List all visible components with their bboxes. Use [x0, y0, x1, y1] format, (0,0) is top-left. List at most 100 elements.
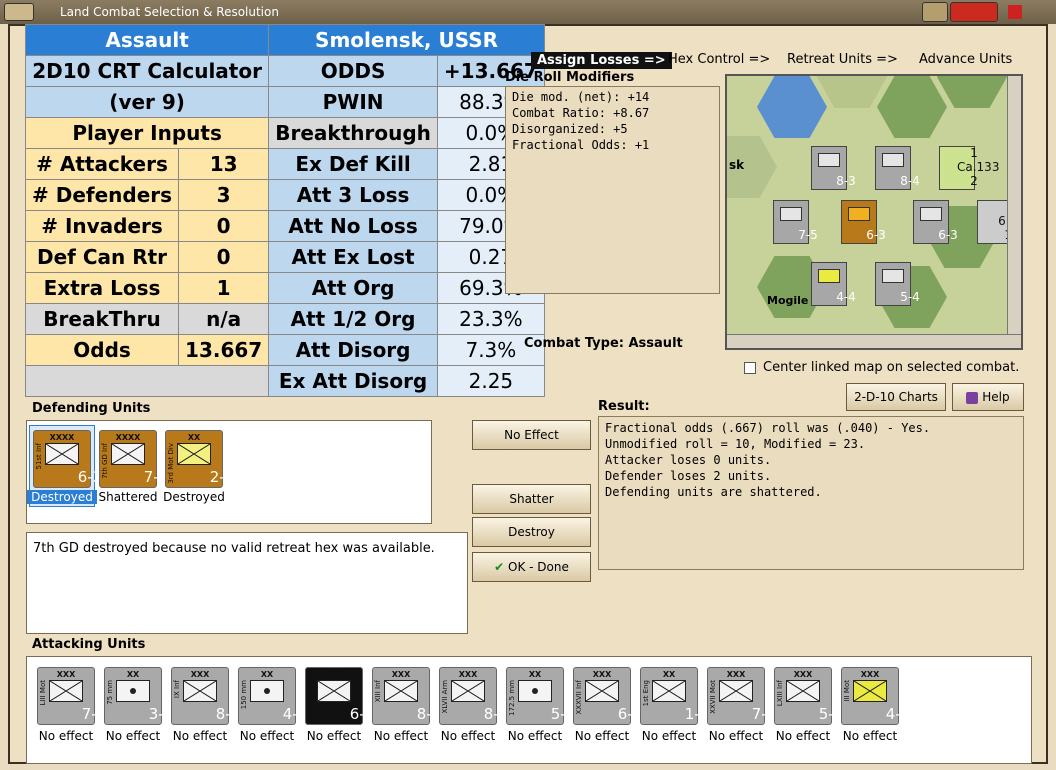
attacking-unit-status: No effect: [172, 729, 228, 743]
modifier-line: Combat Ratio: +8.67: [512, 106, 650, 120]
attacking-unit-counter[interactable]: XX 1st Eng 1-4: [640, 667, 709, 725]
attacking-unit-status: No effect: [708, 729, 764, 743]
help-label: Help: [982, 390, 1010, 404]
input-label: Odds: [24, 334, 180, 366]
defending-unit-counter[interactable]: XXXX 7th GD Inf 7-3: [99, 430, 168, 488]
input-value: 0: [178, 241, 270, 273]
input-label: # Attackers: [24, 148, 180, 180]
defending-units-panel: XXXX 51st Inf 6-3 Destroyed XXXX 7th GD …: [26, 420, 432, 524]
help-button[interactable]: Help: [952, 383, 1024, 411]
modifiers-panel: Die mod. (net): +14 Combat Ratio: +8.67 Di…: [505, 86, 720, 294]
defending-unit-counter[interactable]: XXXX 51st Inf 6-3: [33, 430, 102, 488]
input-value: 1: [178, 272, 270, 304]
attacking-unit-status: No effect: [842, 729, 898, 743]
attacking-unit-counter[interactable]: XXX LIII Mot 7-5: [37, 667, 106, 725]
map-unit[interactable]: 5-4: [875, 262, 920, 306]
lake-hex: [757, 76, 827, 138]
input-value: 3: [178, 179, 270, 211]
modifier-line: Fractional Odds: +1: [512, 138, 650, 152]
attacking-unit-status: No effect: [507, 729, 563, 743]
combat-type-label: Combat Type:: [524, 336, 624, 351]
help-book-icon: [966, 391, 979, 404]
map-unit[interactable]: 6-3: [913, 200, 958, 244]
soviet-flag-icon: [1008, 5, 1022, 19]
no-effect-button[interactable]: No Effect: [472, 420, 591, 450]
map-air-unit[interactable]: 1 Ca.133 2: [939, 146, 999, 190]
motorized-infantry-icon: [177, 443, 211, 465]
result-label: Att 1/2 Org: [268, 303, 438, 335]
combat-type: Combat Type: Assault: [524, 336, 683, 351]
map-place-label: Mogile: [767, 294, 809, 307]
attacking-unit-counter[interactable]: XXX LXIII Inf 5-4: [774, 667, 843, 725]
center-map-checkbox[interactable]: [744, 362, 756, 374]
charts-button[interactable]: 2-D-10 Charts: [846, 383, 946, 411]
result-line: Unmodified roll = 10, Modified = 23.: [605, 437, 866, 451]
input-value: n/a: [178, 303, 270, 335]
tab-advance-units[interactable]: Advance Units: [919, 52, 1012, 67]
attacking-unit-counter[interactable]: XX 150 mm 4-2: [238, 667, 307, 725]
artillery-icon: [518, 680, 552, 702]
input-value: 13.667: [178, 334, 270, 366]
result-line: Attacker loses 0 units.: [605, 453, 772, 467]
map-vertical-scrollbar[interactable]: [1007, 76, 1021, 348]
destroy-button[interactable]: Destroy: [472, 517, 591, 547]
attacking-unit-counter[interactable]: XXX VII SS 6-3: [305, 667, 374, 725]
input-label: Extra Loss: [24, 272, 180, 304]
attacking-unit-counter[interactable]: XXX XLVII Arm 8-6: [439, 667, 508, 725]
attacking-unit-status: No effect: [775, 729, 831, 743]
result-label: PWIN: [268, 86, 438, 118]
calc-title: 2D10 CRT Calculator: [24, 55, 270, 87]
result-value: 23.3%: [436, 303, 545, 335]
attacking-unit-counter[interactable]: XX 75 mm 3-2: [104, 667, 173, 725]
shatter-button[interactable]: Shatter: [472, 484, 591, 514]
attacking-unit-status: No effect: [641, 729, 697, 743]
location-header: Smolensk, USSR: [268, 24, 545, 56]
minimize-button[interactable]: [922, 2, 948, 22]
input-label: Def Can Rtr: [24, 241, 180, 273]
result-label: Ex Att Disorg: [268, 365, 438, 397]
map-unit[interactable]: 8-4: [875, 146, 920, 190]
defending-unit-counter[interactable]: XX 3rd Mot Div 2-4: [165, 430, 234, 488]
message-panel: 7th GD destroyed because no valid retrea…: [26, 532, 468, 634]
message-text: 7th GD destroyed because no valid retrea…: [33, 541, 435, 556]
linked-map[interactable]: sk Mogile 8-3 8-4 1 Ca.133 2 7-5 6-3 6-3…: [725, 74, 1023, 350]
result-line: Defending units are shattered.: [605, 485, 822, 499]
infantry-icon: [49, 680, 83, 702]
system-menu-icon[interactable]: [4, 3, 34, 21]
modifiers-title: Die Roll Modifiers: [505, 70, 635, 85]
attacking-unit-counter[interactable]: XXX XXVII Mot 7-5: [707, 667, 776, 725]
close-button[interactable]: [950, 2, 998, 22]
attacking-unit-status: No effect: [440, 729, 496, 743]
modifier-line: Disorganized: +5: [512, 122, 628, 136]
map-unit[interactable]: 4-4: [811, 262, 856, 306]
infantry-icon: [719, 680, 753, 702]
infantry-icon: [317, 680, 351, 702]
result-label: Att Org: [268, 272, 438, 304]
tab-assign-losses[interactable]: Assign Losses =>: [531, 52, 672, 69]
input-value: 13: [178, 148, 270, 180]
infantry-icon: [652, 680, 686, 702]
result-value: 2.25: [436, 365, 545, 397]
combat-type-value: Assault: [628, 336, 683, 351]
ok-done-button[interactable]: ✔ OK - Done: [472, 552, 591, 582]
attacking-unit-counter[interactable]: XXX IX Inf 8-3: [171, 667, 240, 725]
result-label: Breakthrough: [268, 117, 438, 149]
attacking-unit-counter[interactable]: XX 172.5 mm 5-2: [506, 667, 575, 725]
map-selected-combat-unit[interactable]: 6-3: [841, 200, 886, 244]
map-unit[interactable]: 7-5: [773, 200, 818, 244]
attacking-unit-status: No effect: [105, 729, 161, 743]
input-label: BreakThru: [24, 303, 180, 335]
input-label: # Invaders: [24, 210, 180, 242]
attacking-unit-counter[interactable]: XXX XXXVII Inf 6-3: [573, 667, 642, 725]
map-unit[interactable]: 8-3: [811, 146, 856, 190]
map-horizontal-scrollbar[interactable]: [727, 334, 1021, 348]
result-line: Fractional odds (.667) roll was (.040) -…: [605, 421, 931, 435]
forest-hex: [877, 76, 947, 138]
modifier-line: Die mod. (net): +14: [512, 90, 650, 104]
window-titlebar: Land Combat Selection & Resolution: [0, 0, 1056, 24]
attacking-unit-counter[interactable]: XXX III Mot 4-4: [841, 667, 910, 725]
attacking-unit-status: No effect: [574, 729, 630, 743]
tab-retreat-units[interactable]: Retreat Units =>: [787, 52, 898, 67]
tab-hex-control[interactable]: Hex Control =>: [668, 52, 770, 67]
attacking-unit-counter[interactable]: XXX XIII Inf 8-4: [372, 667, 441, 725]
